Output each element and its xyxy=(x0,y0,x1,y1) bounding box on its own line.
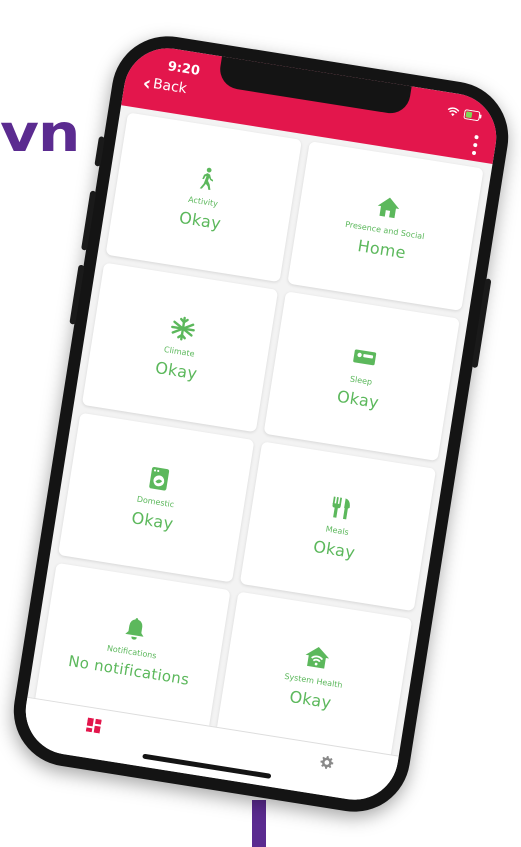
walking-person-icon xyxy=(199,167,214,190)
mute-switch xyxy=(94,136,105,167)
bell-icon xyxy=(125,618,144,640)
tile-meals[interactable]: Meals Okay xyxy=(239,441,437,612)
tile-label: Meals xyxy=(325,523,350,537)
tile-label: Climate xyxy=(163,344,196,359)
tile-label: Activity xyxy=(187,194,219,208)
tile-sleep[interactable]: Sleep Okay xyxy=(263,291,460,462)
camera-notch xyxy=(217,54,412,117)
status-icons xyxy=(446,106,482,122)
tile-domestic[interactable]: Domestic Okay xyxy=(58,412,255,583)
tile-value: Okay xyxy=(288,686,333,712)
tab-settings[interactable] xyxy=(285,749,367,781)
phone-frame: 9:20 ‹ Back Activity Okay Presence and S… xyxy=(5,28,517,820)
tile-value: Okay xyxy=(312,536,357,562)
tile-value: Okay xyxy=(177,207,223,233)
battery-icon xyxy=(463,109,482,122)
tile-label: Sleep xyxy=(349,373,373,387)
dashboard-grid: Activity Okay Presence and Social Home C… xyxy=(34,112,484,762)
tab-dashboard[interactable] xyxy=(52,712,134,744)
snowflake-icon xyxy=(171,316,195,341)
stage: vn 9:20 ‹ Back Activity Okay Presence an… xyxy=(0,0,521,847)
power-button xyxy=(471,278,492,369)
phone-screen: 9:20 ‹ Back Activity Okay Presence and S… xyxy=(19,41,503,807)
tile-value: Okay xyxy=(130,507,175,533)
tile-label: Domestic xyxy=(136,494,175,509)
tile-label: Presence and Social xyxy=(344,219,426,241)
more-dot xyxy=(472,142,478,148)
tile-value: Home xyxy=(356,235,408,262)
bed-icon xyxy=(353,349,377,365)
home-icon xyxy=(377,197,400,218)
tile-presence-social[interactable]: Presence and Social Home xyxy=(287,141,484,311)
washing-machine-icon xyxy=(149,466,170,490)
volume-up-button xyxy=(81,190,97,251)
back-label: Back xyxy=(151,76,188,98)
tile-value: No notifications xyxy=(67,651,191,689)
volume-down-button xyxy=(69,264,85,325)
back-button[interactable]: ‹ Back xyxy=(141,70,188,99)
more-dot xyxy=(474,134,479,140)
tile-value: Okay xyxy=(154,357,199,383)
home-wifi-icon xyxy=(305,646,330,669)
fork-knife-icon xyxy=(332,496,350,519)
more-dot xyxy=(471,150,477,156)
more-vertical-icon[interactable] xyxy=(470,134,481,156)
tile-value: Okay xyxy=(335,386,381,412)
gear-icon xyxy=(320,755,334,769)
tile-activity[interactable]: Activity Okay xyxy=(105,112,302,283)
brand-logo-bar xyxy=(252,800,266,847)
dashboard-grid-icon xyxy=(85,717,102,734)
tile-climate[interactable]: Climate Okay xyxy=(81,262,279,433)
wifi-icon xyxy=(447,107,460,117)
home-indicator[interactable] xyxy=(142,753,272,779)
brand-logo-fragment: vn xyxy=(0,104,80,164)
